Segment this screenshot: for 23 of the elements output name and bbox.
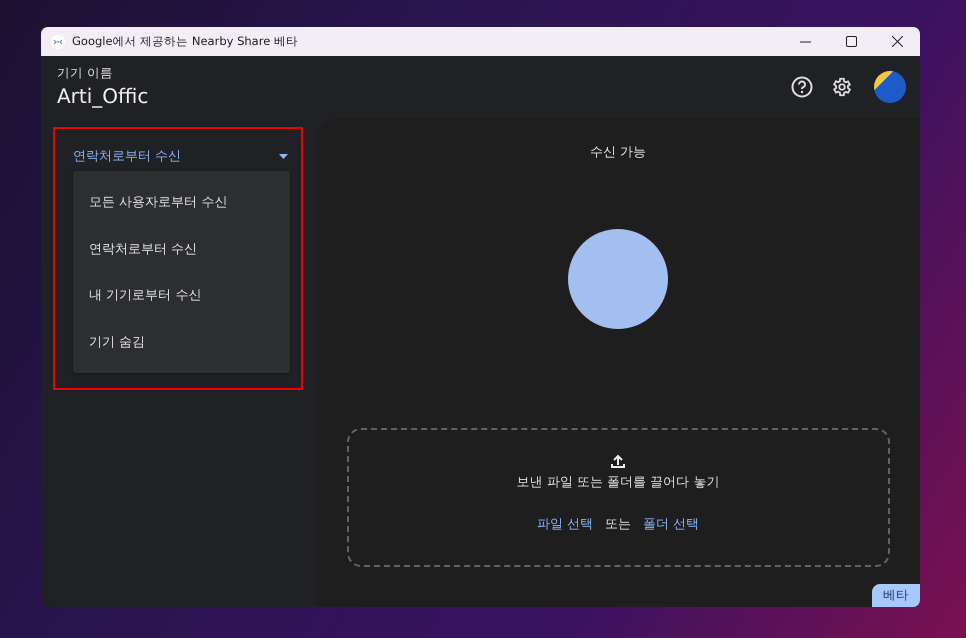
maximize-icon bbox=[846, 36, 856, 47]
settings-button[interactable] bbox=[830, 75, 854, 99]
visibility-dropdown[interactable]: 연락처로부터 수신 bbox=[73, 143, 288, 171]
dropdown-option[interactable]: 연락처로부터 수신 bbox=[73, 226, 290, 272]
help-button[interactable] bbox=[790, 75, 814, 99]
file-select-link[interactable]: 파일 선택 bbox=[536, 515, 593, 533]
avatar[interactable] bbox=[874, 71, 906, 103]
dropdown-option[interactable]: 내 기기로부터 수신 bbox=[73, 272, 290, 318]
upload-icon bbox=[610, 453, 626, 469]
window-title: Google에서 제공하는 Nearby Share 베타 bbox=[72, 34, 299, 49]
separator-text: 또는 bbox=[605, 516, 631, 533]
folder-select-link[interactable]: 폴더 선택 bbox=[643, 515, 700, 533]
help-icon bbox=[791, 76, 813, 98]
close-icon bbox=[892, 36, 902, 47]
dropdown-option[interactable]: 기기 숨김 bbox=[73, 318, 290, 365]
app-logo-icon bbox=[51, 34, 65, 48]
status-text: 수신 가능 bbox=[590, 144, 646, 161]
drop-instruction: 보낸 파일 또는 폴더를 끌어다 놓기 bbox=[516, 474, 720, 491]
device-name-label: 기기 이름 bbox=[57, 65, 114, 82]
beta-badge: 베타 bbox=[872, 584, 920, 607]
settings-icon bbox=[831, 76, 853, 98]
device-name: Arti_Offic bbox=[57, 84, 148, 108]
dropdown-option[interactable]: 모든 사용자로부터 수신 bbox=[73, 179, 290, 226]
